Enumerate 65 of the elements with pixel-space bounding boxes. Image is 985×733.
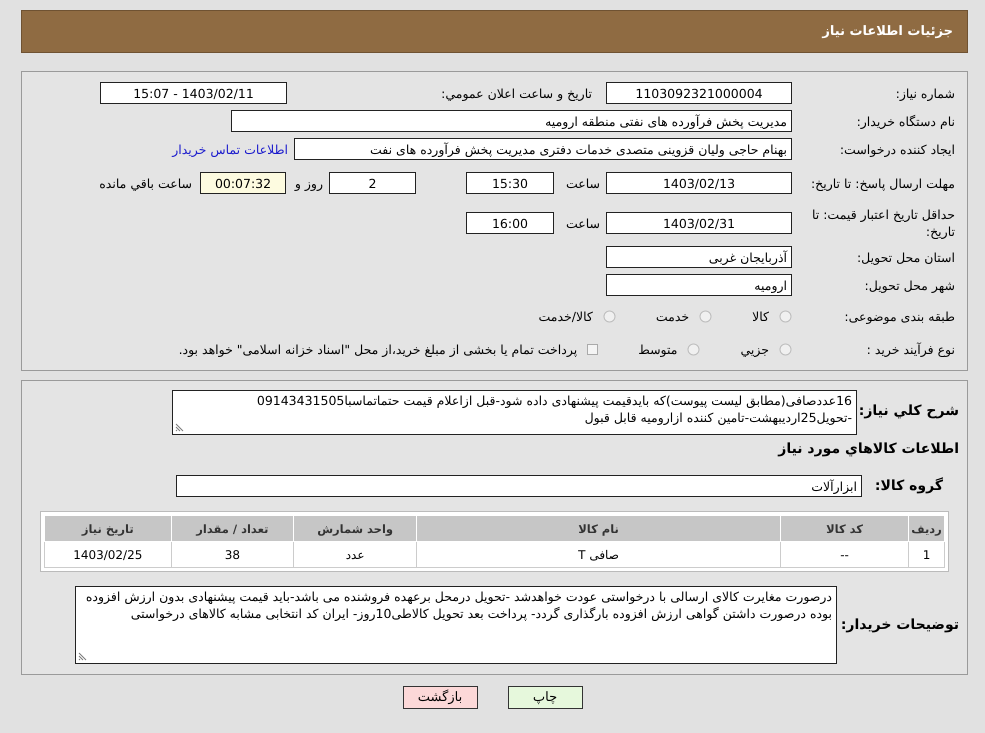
time-field: 15:30 xyxy=(466,172,554,194)
payment-note: پرداخت تمام یا بخشی از مبلغ خرید،از محل "اسناد خزانه اسلامی" خواهد بود. xyxy=(178,342,578,356)
field-label: توضیحات خریدار: xyxy=(840,617,960,633)
input-field: بهنام حاجی ولیان قزوینی متصدی خدمات دفتری مدیریت پخش فرآورده های نفت xyxy=(294,138,792,160)
column-header: واحد شمارش xyxy=(294,516,417,542)
input-field: ارومیه xyxy=(606,274,792,296)
field-label: ساعت xyxy=(564,176,601,190)
table-cell: -- xyxy=(780,542,909,568)
option-label: متوسط xyxy=(638,342,678,356)
input-field: ابزارآلات xyxy=(176,475,862,497)
notes-text: درصورت مغایرت کالای ارسالی با درخواستی عودت خواهدشد -تحویل درمحل برعهده فروشنده می باشد-باید قیمت پیشنهادی بدون ارزش افزوده بوده درصورت داشتن گواهی ارزش افزوده بارگذاری گردد- پرداخت بعد تحویل کالاطی10روز- ایران کد انتخابی مشابه کالاهای درخواستی xyxy=(86,589,832,621)
days-field: 2 xyxy=(329,172,416,194)
field-label: شرح كلي نیاز: xyxy=(858,402,960,419)
back-button[interactable]: بازگشت xyxy=(402,686,478,709)
column-header: نام کالا xyxy=(416,516,780,542)
field-label: طبقه بندی موضوعی: xyxy=(843,308,956,324)
date-field: 1403/02/31 xyxy=(606,212,792,234)
input-field: 1403/02/11 - 15:07 xyxy=(100,82,287,104)
option-label: جزيي xyxy=(740,342,769,356)
input-field: 1103092321000004 xyxy=(606,82,792,104)
field-label: ساعت باقي مانده xyxy=(99,176,193,190)
radio-button[interactable] xyxy=(699,310,712,322)
resize-grip-icon[interactable] xyxy=(175,423,184,432)
field-label: نوع فرآیند خرید : xyxy=(866,340,956,358)
page-title: جزئیات اطلاعات نیاز xyxy=(822,24,953,39)
countdown-field: 00:07:32 xyxy=(200,172,286,194)
radio-button[interactable] xyxy=(602,310,616,322)
field-label: استان محل تحویل: xyxy=(856,248,956,266)
option-label: کالا/خدمت xyxy=(538,308,593,324)
column-header: کد کالا xyxy=(780,516,909,542)
buyer-contact-link[interactable]: اطلاعات تماس خریدار xyxy=(172,142,288,156)
radio-button[interactable] xyxy=(687,342,700,356)
field-label: نام دستگاه خریدار: xyxy=(856,112,956,130)
date-field: 1403/02/13 xyxy=(606,172,792,194)
radio-button[interactable] xyxy=(779,310,792,322)
time-field: 16:00 xyxy=(466,212,554,234)
option-label: کالا xyxy=(752,308,769,324)
table-cell: صافی T xyxy=(416,542,780,568)
checkbox[interactable] xyxy=(587,344,598,354)
table-cell: 1 xyxy=(908,542,944,568)
section-heading: اطلاعات كالاهاي مورد نیاز xyxy=(776,440,960,459)
table-cell: 38 xyxy=(171,542,294,568)
column-header: ردیف xyxy=(908,516,944,542)
field-label: ایجاد کننده درخواست: xyxy=(838,140,956,158)
field-label: تاریخ و ساعت اعلان عمومي: xyxy=(440,86,593,100)
option-label: خدمت xyxy=(656,308,690,324)
table-cell: عدد xyxy=(294,542,417,568)
field-label: شماره نیاز: xyxy=(894,84,956,102)
column-header: تاریخ نیاز xyxy=(44,516,172,542)
field-label: مهلت ارسال پاسخ: تا تاریخ: xyxy=(810,174,956,192)
text-area[interactable]: 16عددصافی(مطابق لیست پیوست)که بایدقیمت پیشنهادی داده شود-قبل ازاعلام قیمت حتماتماسبا09143431505 -تحویل25اردیبهشت-تامین کننده ازارومیه قابل قبول xyxy=(172,390,857,435)
print-button[interactable]: چاپ xyxy=(508,686,582,709)
input-field: مدیریت پخش فرآورده های نفتی منطقه ارومیه xyxy=(231,110,792,132)
input-field: آذربایجان غربی xyxy=(606,246,792,268)
field-label: روز و xyxy=(293,176,324,190)
field-label: شهر محل تحویل: xyxy=(864,276,956,294)
text-area[interactable] xyxy=(75,586,837,664)
table-cell: 1403/02/25 xyxy=(44,542,172,568)
field-label: گروه كالا: xyxy=(874,478,944,494)
field-label: ساعت xyxy=(564,216,601,230)
field-label: حداقل تاریخ اعتبار قیمت: تا تاریخ: xyxy=(810,206,956,240)
description-text: 16عددصافی(مطابق لیست پیوست)که بایدقیمت پیشنهادی داده شود-قبل ازاعلام قیمت حتماتماسبا09143431505 -تحویل25اردیبهشت-تامین کننده ازارومیه قابل قبول xyxy=(256,393,852,425)
resize-grip-icon[interactable] xyxy=(78,652,87,661)
radio-button[interactable] xyxy=(779,342,792,356)
column-header: تعداد / مقدار xyxy=(171,516,294,542)
